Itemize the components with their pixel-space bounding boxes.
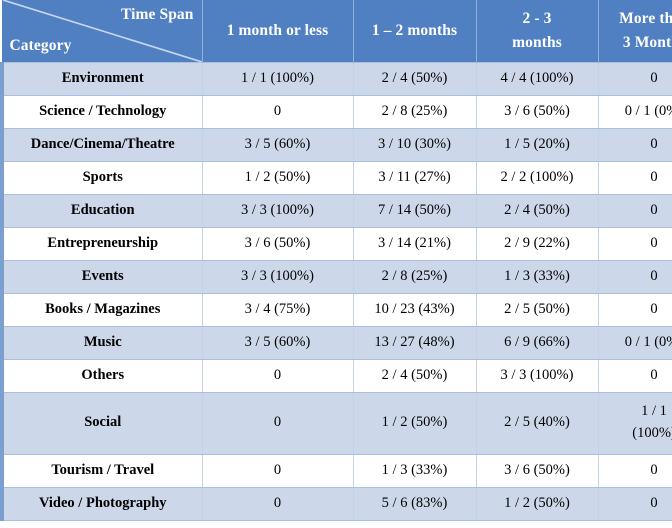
cell-one-to-two-months: 2 / 4 (50%): [353, 358, 477, 393]
table-row: Entrepreneurship 3 / 6 (50%) 3 / 14 (21%) 2…: [0, 226, 672, 261]
cell-one-to-two-months: 3 / 11 (27%): [353, 160, 477, 195]
cell-two-to-three-months: 2 / 4 (50%): [476, 193, 599, 228]
cell-value-line1: 1 / 1: [641, 403, 667, 420]
cell-category: Dance/Cinema/Theatre: [0, 127, 203, 162]
cell-more-than-three-months: 0: [598, 453, 672, 488]
cell-one-month-or-less: 0: [202, 94, 354, 129]
header-col-two-to-three-months: 2 - 3 months: [475, 0, 599, 62]
cell-category: Music: [0, 325, 203, 360]
cell-more-than-three-months: 0: [598, 226, 672, 261]
table-row: Books / Magazines 3 / 4 (75%) 10 / 23 (43%…: [0, 292, 672, 327]
category-timespan-table: Time Span Category 1 month or less 1 – 2…: [0, 0, 672, 521]
cell-two-to-three-months: 1 / 2 (50%): [476, 486, 599, 521]
header-col-label: 1 month or less: [226, 21, 329, 39]
cell-one-to-two-months: 1 / 2 (50%): [353, 391, 477, 455]
cell-two-to-three-months: 2 / 9 (22%): [476, 226, 599, 261]
header-corner-split-cell: Time Span Category: [1, 0, 203, 62]
cell-category: Events: [0, 259, 203, 294]
table-header: Time Span Category 1 month or less 1 – 2…: [1, 0, 672, 62]
cell-one-month-or-less: 3 / 3 (100%): [202, 193, 354, 228]
header-col-one-month-or-less: 1 month or less: [201, 0, 354, 62]
table-row: Science / Technology 0 2 / 8 (25%) 3 / 6 (5…: [0, 94, 672, 129]
cell-one-to-two-months: 2 / 8 (25%): [353, 94, 477, 129]
cell-more-than-three-months: 0: [598, 127, 672, 162]
header-col-label: 1 – 2 months: [371, 21, 458, 39]
cell-one-to-two-months: 7 / 14 (50%): [353, 193, 477, 228]
cell-more-than-three-months: 0: [598, 193, 672, 228]
cell-more-than-three-months: 0: [598, 259, 672, 294]
cell-category: Sports: [0, 160, 203, 195]
cell-category: Books / Magazines: [0, 292, 203, 327]
cell-two-to-three-months: 4 / 4 (100%): [476, 61, 599, 96]
cell-two-to-three-months: 2 / 5 (40%): [476, 391, 599, 455]
cell-category: Education: [0, 193, 203, 228]
table-row: Sports 1 / 2 (50%) 3 / 11 (27%) 2 / 2 (100%…: [0, 160, 672, 195]
cell-one-to-two-months: 2 / 8 (25%): [353, 259, 477, 294]
header-col-label-line1: More than: [619, 9, 672, 27]
cell-one-month-or-less: 0: [202, 391, 354, 455]
table-row: Video / Photography 0 5 / 6 (83%) 1 / 2 (50…: [0, 486, 672, 521]
cell-category: Tourism / Travel: [0, 453, 203, 488]
header-col-one-to-two-months: 1 – 2 months: [352, 0, 477, 62]
cell-one-month-or-less: 1 / 2 (50%): [202, 160, 354, 195]
cell-one-month-or-less: 3 / 3 (100%): [202, 259, 354, 294]
cell-category: Environment: [0, 61, 203, 96]
cell-two-to-three-months: 2 / 5 (50%): [476, 292, 599, 327]
table-row: Education 3 / 3 (100%) 7 / 14 (50%) 2 / 4 (…: [0, 193, 672, 228]
cell-two-to-three-months: 1 / 5 (20%): [476, 127, 599, 162]
cell-two-to-three-months: 2 / 2 (100%): [476, 160, 599, 195]
table-row: Social 0 1 / 2 (50%) 2 / 5 (40%) 1 / 1 (100%): [0, 391, 672, 455]
cell-two-to-three-months: 3 / 3 (100%): [476, 358, 599, 393]
cell-more-than-three-months: 1 / 1 (100%): [598, 391, 672, 455]
cell-one-to-two-months: 2 / 4 (50%): [353, 61, 477, 96]
cell-two-to-three-months: 3 / 6 (50%): [476, 94, 599, 129]
cell-more-than-three-months: 0: [598, 486, 672, 521]
cell-category: Entrepreneurship: [0, 226, 203, 261]
cell-more-than-three-months: 0: [598, 358, 672, 393]
stats-table-container: Time Span Category 1 month or less 1 – 2…: [0, 0, 672, 528]
table-row: Events 3 / 3 (100%) 2 / 8 (25%) 1 / 3 (33%)…: [0, 259, 672, 294]
cell-more-than-three-months: 0: [598, 292, 672, 327]
cell-more-than-three-months: 0 / 1 (0%): [598, 94, 672, 129]
cell-more-than-three-months: 0: [598, 61, 672, 96]
cell-one-month-or-less: 3 / 4 (75%): [202, 292, 354, 327]
header-col-more-than-three-months: More than 3 Months: [597, 0, 672, 62]
cell-category: Social: [0, 391, 203, 455]
cell-more-than-three-months: 0: [598, 160, 672, 195]
cell-one-to-two-months: 1 / 3 (33%): [353, 453, 477, 488]
cell-category: Video / Photography: [0, 486, 203, 521]
table-row: Music 3 / 5 (60%) 13 / 27 (48%) 6 / 9 (66%)…: [0, 325, 672, 360]
cell-more-than-three-months: 0 / 1 (0%): [598, 325, 672, 360]
header-col-label-line2: 3 Months: [622, 33, 672, 51]
cell-one-month-or-less: 1 / 1 (100%): [202, 61, 354, 96]
cell-one-month-or-less: 0: [202, 358, 354, 393]
cell-one-month-or-less: 0: [202, 453, 354, 488]
cell-one-to-two-months: 3 / 14 (21%): [353, 226, 477, 261]
table-body: Environment 1 / 1 (100%) 2 / 4 (50%) 4 / 4 …: [0, 61, 672, 521]
header-col-label-line2: months: [512, 33, 562, 51]
cell-one-month-or-less: 0: [202, 486, 354, 521]
header-col-label-line1: 2 - 3: [522, 9, 552, 27]
cell-one-month-or-less: 3 / 5 (60%): [202, 127, 354, 162]
cell-one-to-two-months: 3 / 10 (30%): [353, 127, 477, 162]
table-row: Others 0 2 / 4 (50%) 3 / 3 (100%) 0: [0, 358, 672, 393]
cell-one-month-or-less: 3 / 6 (50%): [202, 226, 354, 261]
cell-one-month-or-less: 3 / 5 (60%): [202, 325, 354, 360]
cell-one-to-two-months: 13 / 27 (48%): [353, 325, 477, 360]
cell-two-to-three-months: 6 / 9 (66%): [476, 325, 599, 360]
cell-value-line2: (100%): [632, 425, 672, 441]
header-label-category: Category: [9, 37, 72, 55]
header-row: Time Span Category 1 month or less 1 – 2…: [1, 0, 672, 62]
table-row: Environment 1 / 1 (100%) 2 / 4 (50%) 4 / 4 …: [0, 61, 672, 96]
cell-one-to-two-months: 10 / 23 (43%): [353, 292, 477, 327]
cell-category: Others: [0, 358, 203, 393]
header-label-time-span: Time Span: [120, 6, 194, 23]
cell-two-to-three-months: 1 / 3 (33%): [476, 259, 599, 294]
cell-category: Science / Technology: [0, 94, 203, 129]
cell-two-to-three-months: 3 / 6 (50%): [476, 453, 599, 488]
cell-one-to-two-months: 5 / 6 (83%): [353, 486, 477, 521]
table-row: Dance/Cinema/Theatre 3 / 5 (60%) 3 / 10 (3…: [0, 127, 672, 162]
table-row: Tourism / Travel 0 1 / 3 (33%) 3 / 6 (50%) 0: [0, 453, 672, 488]
